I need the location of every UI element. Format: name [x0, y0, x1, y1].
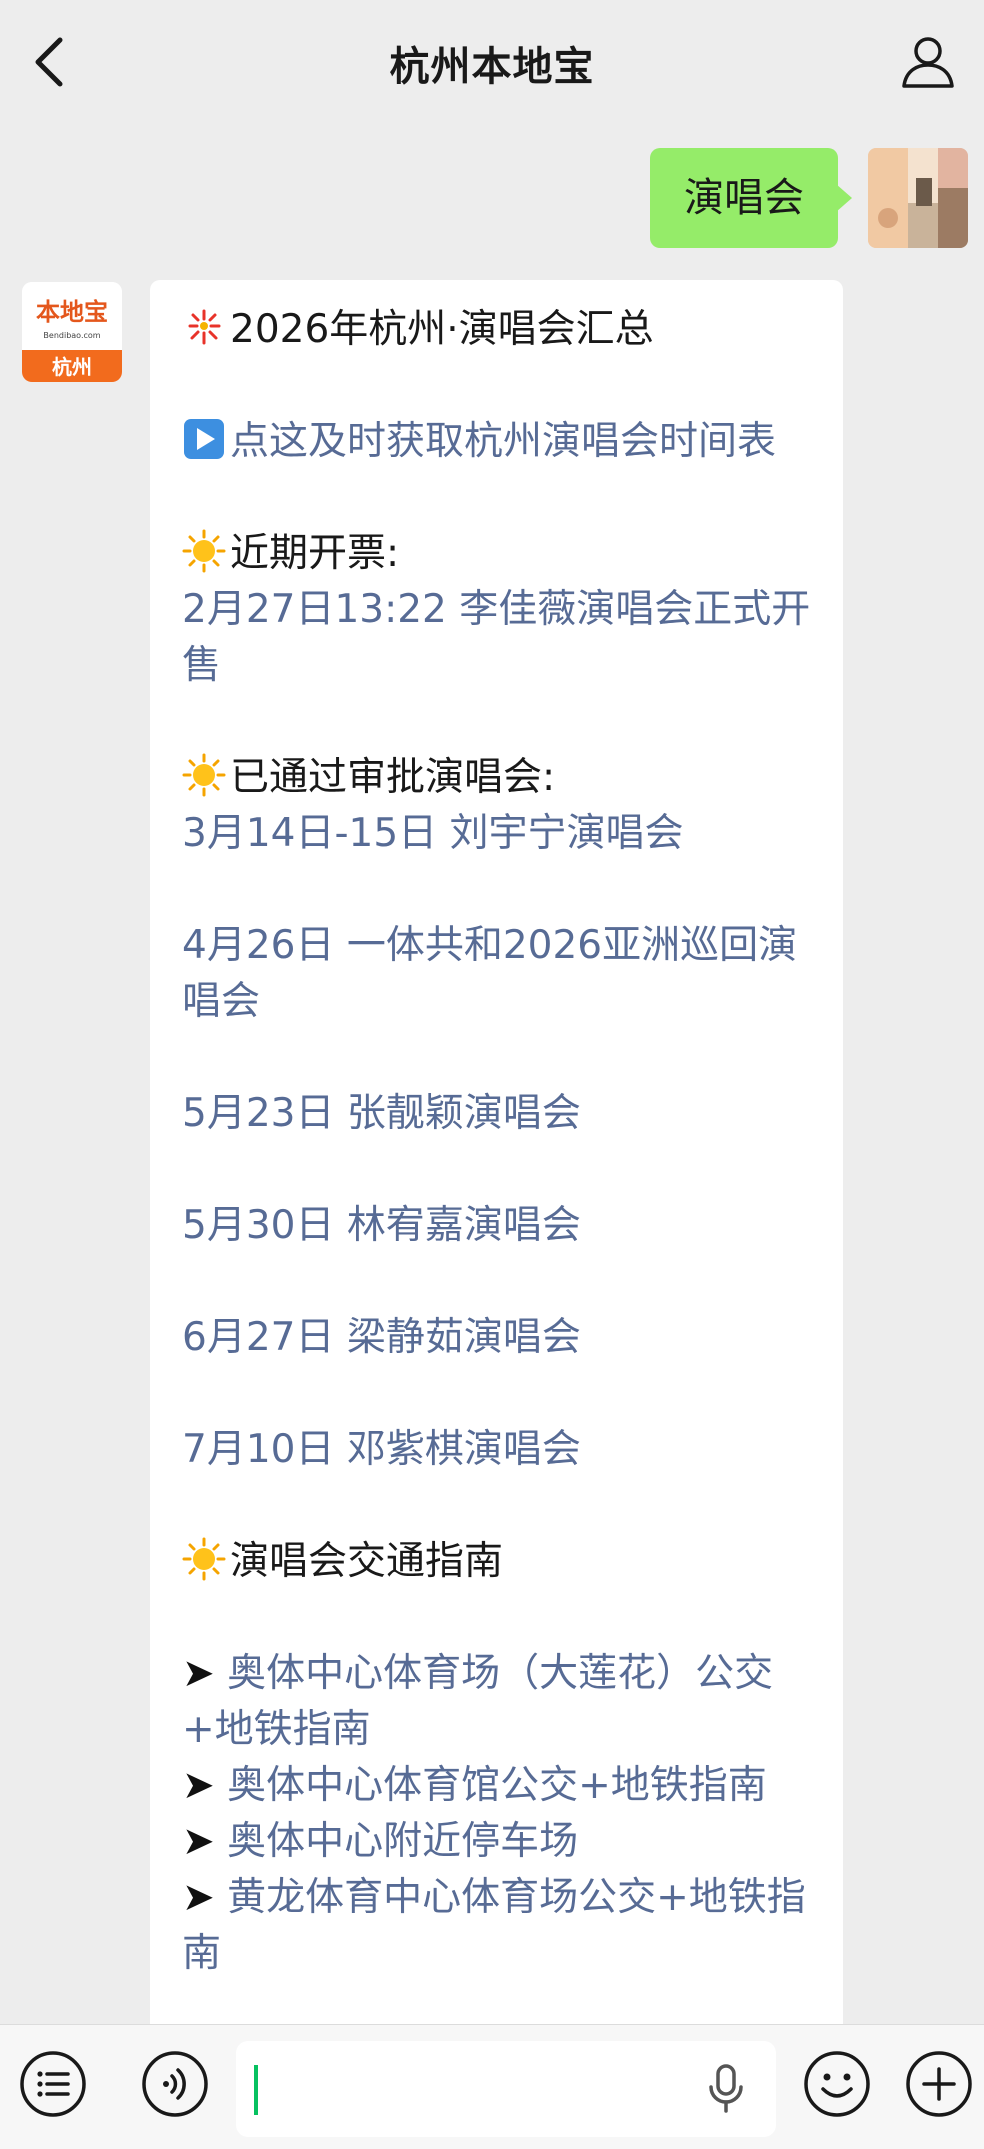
guide-row[interactable]: ➤ 奥体中心附近停车场: [182, 1814, 813, 1870]
sun-icon: [182, 753, 226, 797]
guide-row[interactable]: ➤ 黄龙体育中心体育场公交+地铁指南: [182, 1870, 813, 1982]
arrow-icon: ➤: [182, 1763, 228, 1808]
fireworks-icon: [188, 309, 221, 345]
guide-row[interactable]: ➤ 奥体中心体育馆公交+地铁指南: [182, 1758, 813, 1814]
concert-link[interactable]: 3月14日-15日 刘宇宁演唱会: [182, 806, 813, 862]
title-text: 2026年杭州·演唱会汇总: [230, 307, 654, 352]
traffic-heading: 演唱会交通指南: [182, 1534, 813, 1590]
traffic-heading-text: 演唱会交通指南: [230, 1539, 504, 1584]
guide-link[interactable]: 奥体中心体育馆公交+地铁指南: [227, 1763, 767, 1808]
bendibao-logo: 本地宝 Bendibao.com 杭州: [22, 282, 122, 382]
voice-toggle-icon[interactable]: [140, 2049, 210, 2119]
sun-icon: [182, 1537, 226, 1581]
message-title: 2026年杭州·演唱会汇总: [182, 302, 813, 358]
guide-link[interactable]: 奥体中心体育场（大莲花）公交+地铁指南: [182, 1651, 773, 1752]
chat-title: 杭州本地宝: [389, 44, 595, 90]
approved-heading: 已通过审批演唱会:: [182, 750, 813, 806]
arrow-icon: ➤: [182, 1651, 228, 1696]
microphone-icon[interactable]: [706, 2063, 746, 2115]
user-avatar[interactable]: [868, 148, 968, 248]
sale-item-link[interactable]: 2月27日13:22 李佳薇演唱会正式开售: [182, 582, 813, 694]
concert-link[interactable]: 5月23日 张靓颖演唱会: [182, 1086, 813, 1142]
guide-link[interactable]: 黄龙体育中心体育场公交+地铁指南: [182, 1875, 806, 1976]
person-icon[interactable]: [900, 34, 956, 90]
guide-row[interactable]: ➤ 奥体中心体育场（大莲花）公交+地铁指南: [182, 1646, 813, 1758]
concert-link[interactable]: 6月27日 梁静茹演唱会: [182, 1310, 813, 1366]
concert-link[interactable]: 4月26日 一体共和2026亚洲巡回演唱会: [182, 918, 813, 1030]
play-button-icon: [184, 419, 224, 459]
svg-text:本地宝: 本地宝: [36, 298, 108, 326]
svg-text:Bendibao.com: Bendibao.com: [43, 331, 100, 340]
incoming-bubble: 2026年杭州·演唱会汇总 点这及时获取杭州演唱会时间表 近期开票: 2月27日…: [150, 280, 843, 2040]
menu-list-icon[interactable]: [18, 2049, 88, 2119]
bot-avatar[interactable]: 本地宝 Bendibao.com 杭州: [22, 282, 122, 382]
user-avatar-image: [868, 148, 968, 248]
outgoing-bubble[interactable]: 演唱会: [650, 148, 852, 248]
plus-icon[interactable]: [904, 2049, 974, 2119]
sale-heading-text: 近期开票:: [230, 531, 400, 576]
emoji-icon[interactable]: [802, 2049, 872, 2119]
approved-heading-text: 已通过审批演唱会:: [230, 755, 556, 800]
message-input[interactable]: [236, 2041, 776, 2137]
concert-link[interactable]: 7月10日 邓紫棋演唱会: [182, 1422, 813, 1478]
timetable-link[interactable]: 点这及时获取杭州演唱会时间表: [230, 419, 776, 464]
sun-icon: [182, 529, 226, 573]
svg-text:杭州: 杭州: [52, 355, 92, 379]
top-bar: 杭州本地宝: [0, 0, 984, 120]
sale-heading: 近期开票:: [182, 526, 813, 582]
outgoing-message: 演唱会: [0, 148, 984, 248]
guide-link[interactable]: 奥体中心附近停车场: [227, 1819, 578, 1864]
arrow-icon: ➤: [182, 1875, 228, 1920]
concert-link[interactable]: 5月30日 林宥嘉演唱会: [182, 1198, 813, 1254]
timetable-link-row[interactable]: 点这及时获取杭州演唱会时间表: [182, 414, 813, 470]
text-caret: [254, 2065, 258, 2115]
arrow-icon: ➤: [182, 1819, 228, 1864]
input-bar: [0, 2024, 984, 2149]
